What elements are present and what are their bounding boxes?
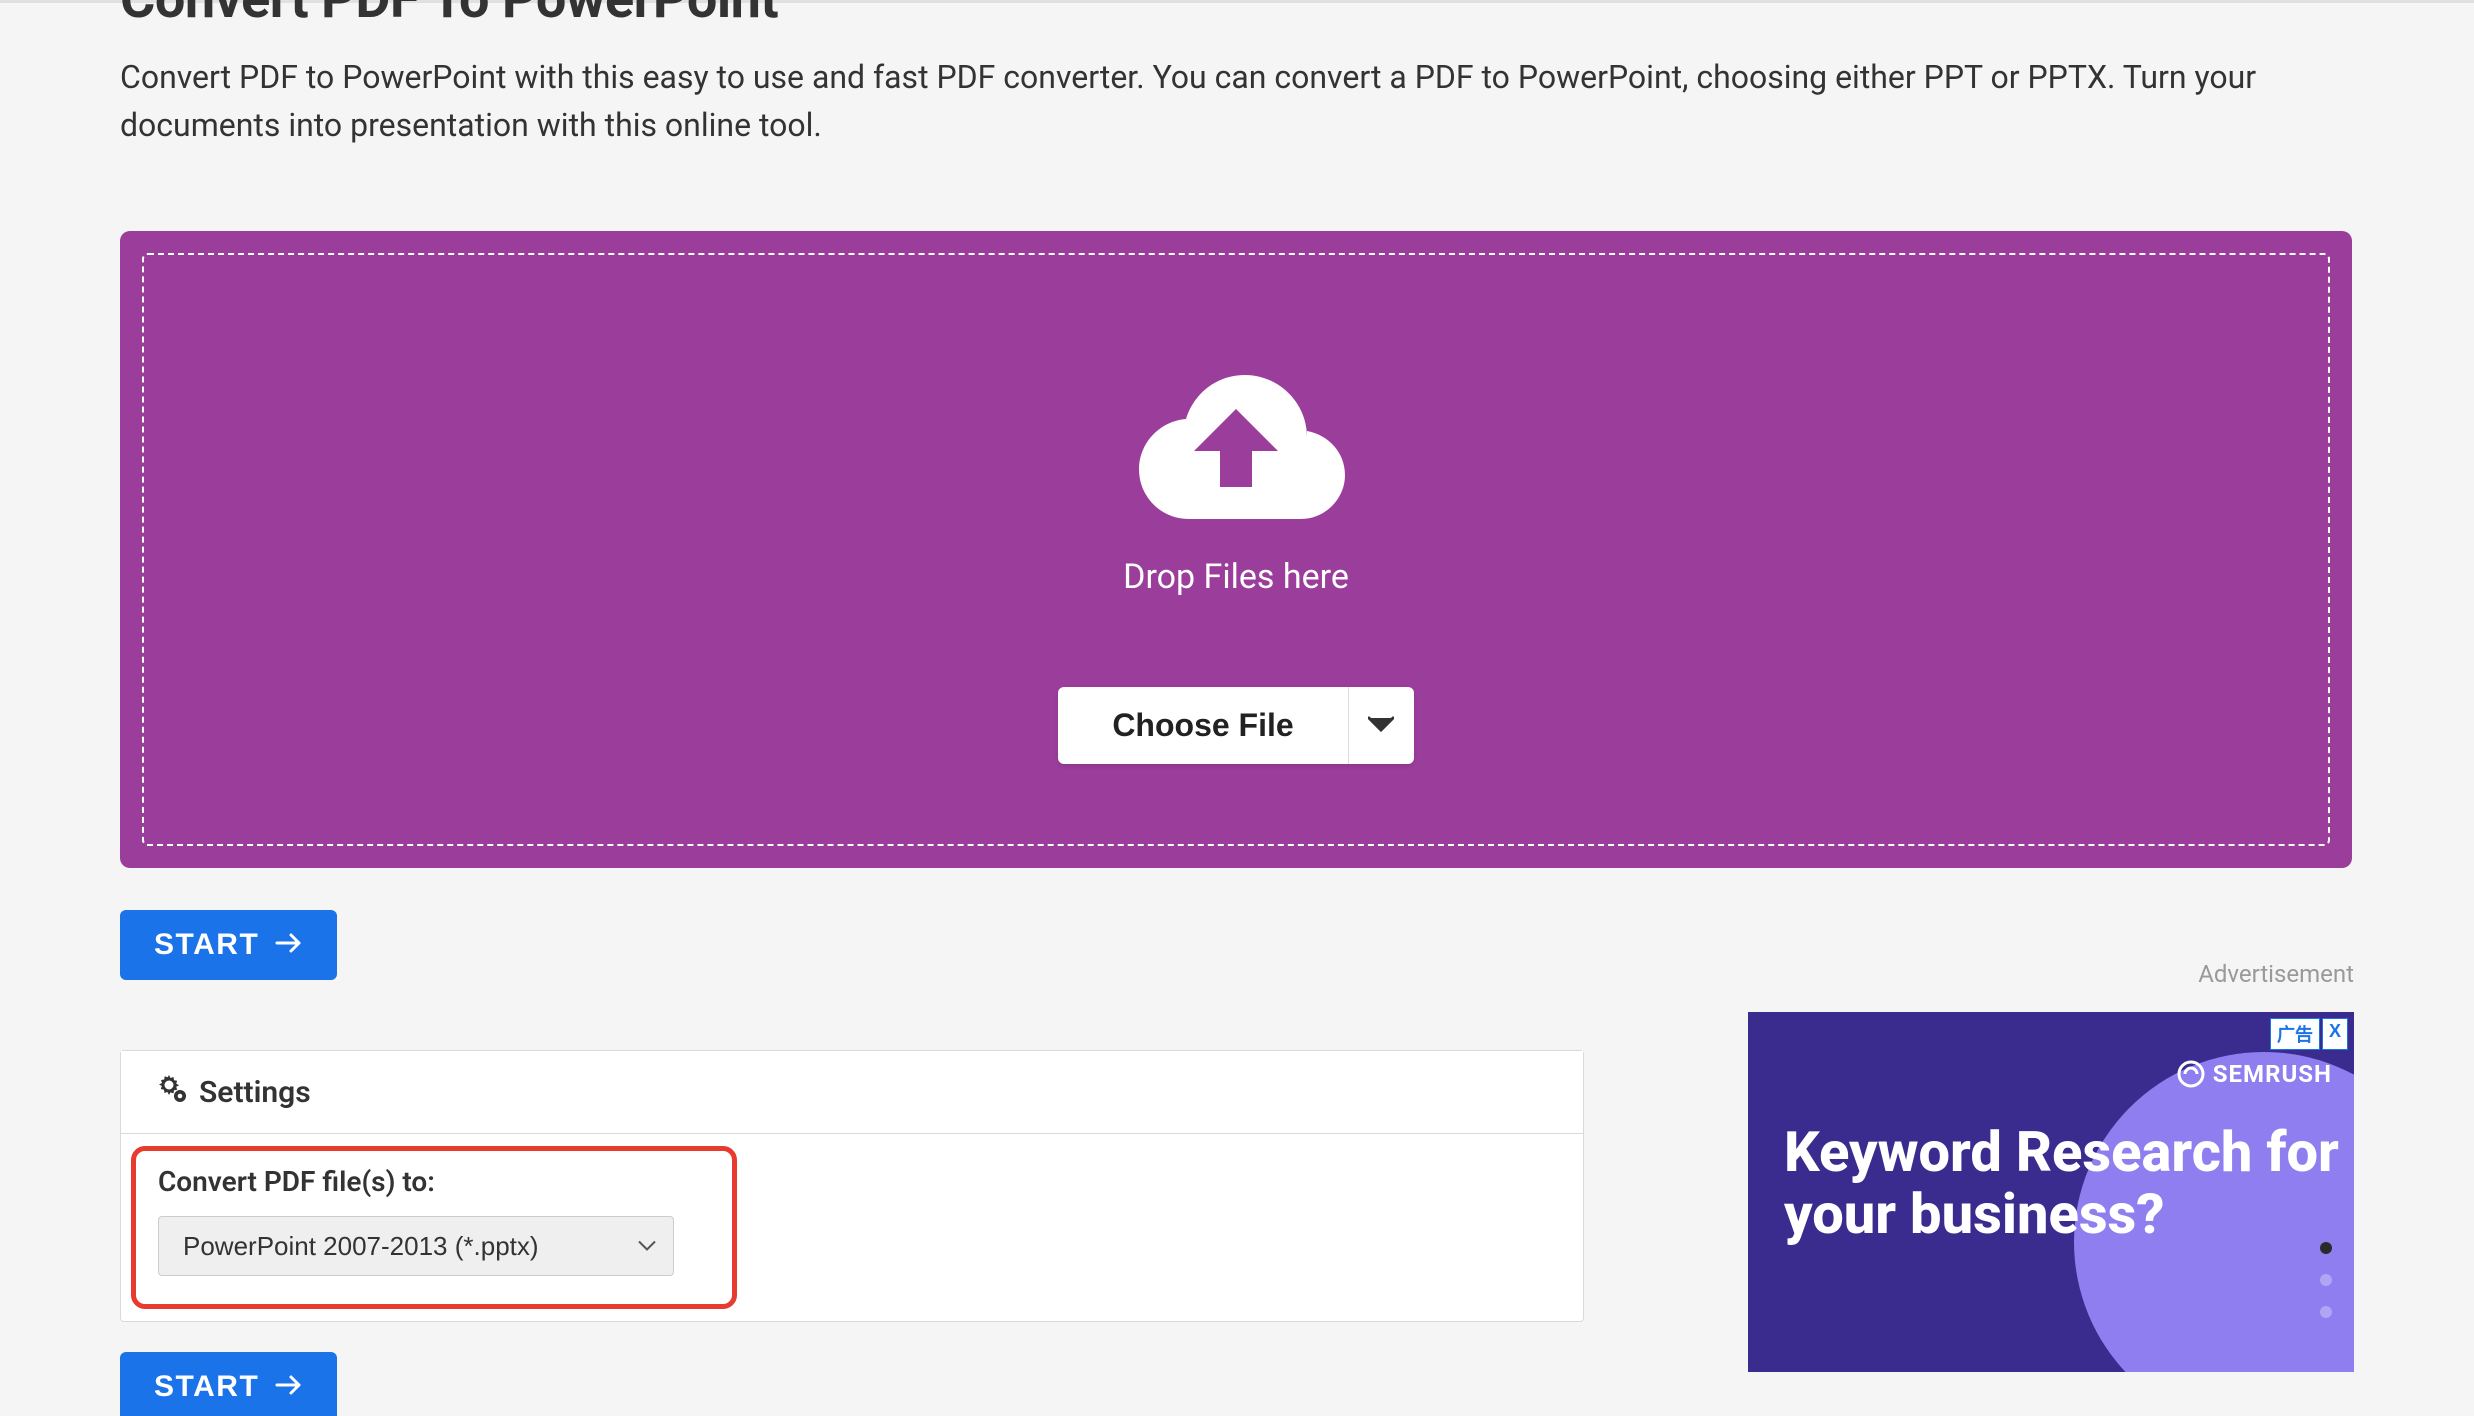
gears-icon (157, 1073, 187, 1111)
chevron-down-icon (1368, 716, 1394, 735)
ad-brand-logo: SEMRUSH (2177, 1060, 2332, 1088)
page-title: Convert PDF To PowerPoint (120, 0, 2354, 31)
start-button-bottom[interactable]: START (120, 1352, 337, 1416)
choose-file-button[interactable]: Choose File (1058, 687, 1347, 764)
arrow-right-icon (275, 1370, 303, 1404)
start-button-label: START (154, 928, 259, 962)
arrow-right-icon (275, 928, 303, 962)
ad-choices-tag[interactable]: 广告 (2270, 1018, 2320, 1050)
choose-file-group: Choose File (1058, 687, 1413, 764)
ad-brand-text: SEMRUSH (2213, 1060, 2332, 1088)
drop-files-label: Drop Files here (164, 557, 2308, 597)
ad-close-button[interactable]: X (2322, 1018, 2348, 1050)
advertisement-column: Advertisement 广告 X SEMRUSH Keyword Resea… (1650, 960, 2354, 1372)
start-button-top[interactable]: START (120, 910, 337, 980)
settings-header: Settings (121, 1051, 1583, 1134)
settings-heading-text: Settings (199, 1075, 311, 1110)
advertisement-label: Advertisement (1650, 960, 2354, 988)
page-description: Convert PDF to PowerPoint with this easy… (120, 53, 2300, 149)
convert-setting-highlight: Convert PDF file(s) to: PowerPoint 2007-… (131, 1146, 737, 1309)
ad-headline: Keyword Research for your business? (1784, 1122, 2344, 1245)
output-format-select[interactable]: PowerPoint 2007-2013 (*.pptx) (158, 1216, 674, 1276)
cloud-upload-icon (1121, 365, 1351, 529)
convert-to-label: Convert PDF file(s) to: (158, 1165, 710, 1198)
ad-choices-controls: 广告 X (2270, 1018, 2348, 1050)
ad-decorative-dots (2320, 1242, 2332, 1338)
settings-panel: Settings Convert PDF file(s) to: PowerPo… (120, 1050, 1584, 1322)
choose-file-dropdown-button[interactable] (1348, 687, 1414, 764)
file-dropzone[interactable]: Drop Files here Choose File (120, 231, 2352, 868)
start-button-label: START (154, 1370, 259, 1404)
advertisement-banner[interactable]: 广告 X SEMRUSH Keyword Research for your b… (1748, 1012, 2354, 1372)
